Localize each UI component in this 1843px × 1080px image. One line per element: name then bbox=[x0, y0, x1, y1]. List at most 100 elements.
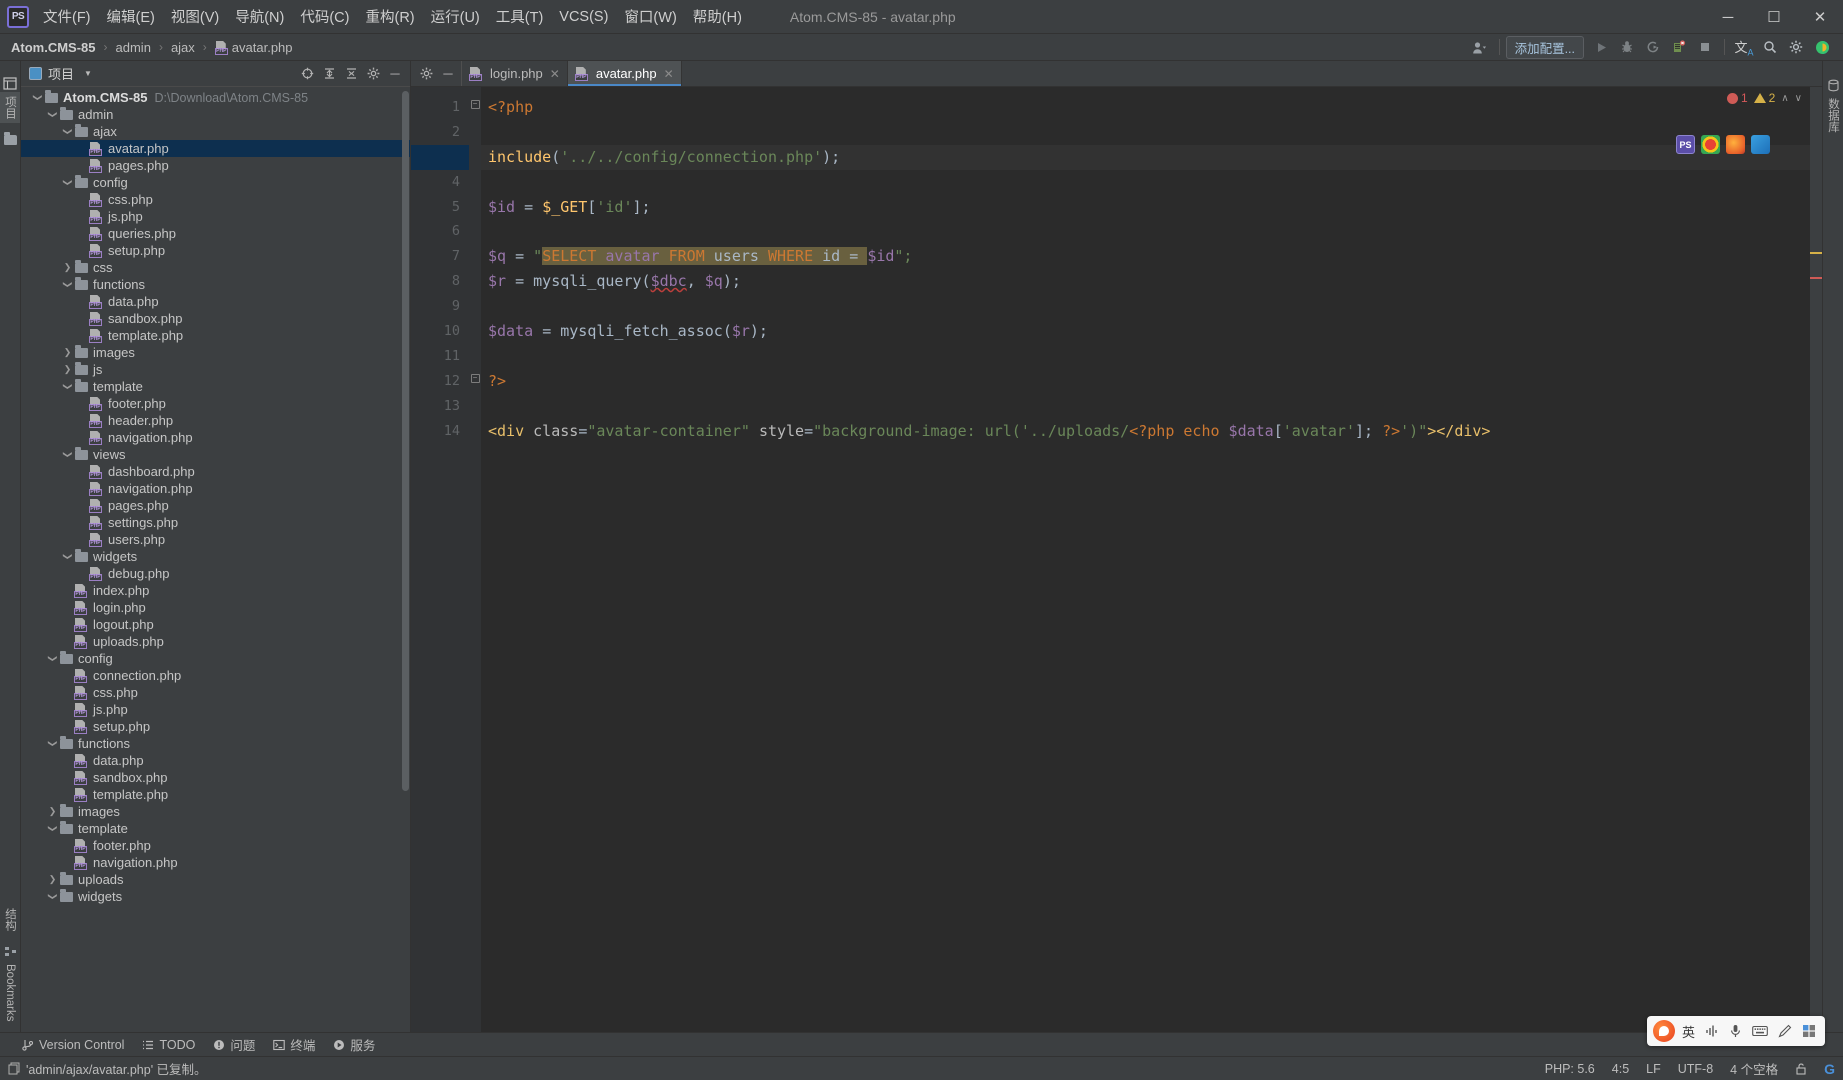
folder-strip-icon[interactable] bbox=[2, 131, 19, 148]
chevron-down-icon[interactable]: ❯ bbox=[47, 822, 58, 835]
fold-marker-open[interactable]: − bbox=[470, 99, 480, 109]
chevron-down-icon[interactable]: ❯ bbox=[62, 278, 73, 291]
code-text-area[interactable]: <?php include('../../config/connection.p… bbox=[481, 87, 1810, 1032]
menu-window[interactable]: 窗口(W) bbox=[616, 3, 684, 30]
line-number[interactable]: 13 bbox=[411, 394, 469, 419]
caret-position[interactable]: 4:5 bbox=[1612, 1062, 1629, 1076]
tree-row[interactable]: ❯ views bbox=[21, 446, 410, 463]
tree-row[interactable]: PHP data.php bbox=[21, 293, 410, 310]
code-line[interactable]: $id = $_GET['id']; bbox=[481, 195, 1810, 220]
chevron-right-icon[interactable]: ❯ bbox=[61, 347, 74, 358]
project-panel-icon[interactable] bbox=[2, 75, 19, 92]
sogou-ime-logo-icon[interactable] bbox=[1652, 1020, 1675, 1042]
line-separator[interactable]: LF bbox=[1646, 1062, 1661, 1076]
hide-panel-icon[interactable]: ─ bbox=[437, 63, 459, 85]
indent-setting[interactable]: 4 个空格 bbox=[1730, 1059, 1778, 1078]
error-marker[interactable] bbox=[1810, 277, 1822, 279]
code-line[interactable] bbox=[481, 120, 1810, 145]
tree-row[interactable]: ❯ widgets bbox=[21, 888, 410, 905]
chevron-down-icon[interactable]: ❯ bbox=[47, 108, 58, 121]
chevron-down-icon[interactable]: ❯ bbox=[62, 176, 73, 189]
tool-services[interactable]: 服务 bbox=[333, 1035, 375, 1054]
tree-row[interactable]: PHP setup.php bbox=[21, 718, 410, 735]
tree-row[interactable]: PHP login.php bbox=[21, 599, 410, 616]
chevron-down-icon[interactable]: ❯ bbox=[62, 125, 73, 138]
tool-version-control[interactable]: Version Control bbox=[22, 1038, 124, 1052]
tree-row[interactable]: PHP queries.php bbox=[21, 225, 410, 242]
line-number[interactable]: 2 bbox=[411, 120, 469, 145]
tree-scrollbar[interactable] bbox=[402, 91, 409, 791]
line-number[interactable]: 5 bbox=[411, 195, 469, 220]
breadcrumb-item-project[interactable]: Atom.CMS-85 bbox=[9, 40, 98, 55]
hide-panel-icon[interactable]: ─ bbox=[384, 63, 406, 85]
left-tab-project[interactable]: 项目 bbox=[0, 92, 20, 123]
menu-file[interactable]: 文件(F) bbox=[35, 3, 99, 30]
chevron-down-icon[interactable]: ▼ bbox=[84, 69, 92, 78]
tree-row[interactable]: PHP connection.php bbox=[21, 667, 410, 684]
tree-row[interactable]: PHP css.php bbox=[21, 684, 410, 701]
translate-icon[interactable]: 文A bbox=[1732, 36, 1756, 58]
expand-all-icon[interactable] bbox=[318, 63, 340, 85]
chevron-down-icon[interactable]: ❯ bbox=[47, 737, 58, 750]
profile-icon[interactable] bbox=[1667, 36, 1691, 58]
line-number[interactable]: 7 bbox=[411, 244, 469, 269]
code-line[interactable]: include('../../config/connection.php'); bbox=[481, 144, 1810, 170]
tree-row[interactable]: PHP template.php bbox=[21, 327, 410, 344]
tool-problems[interactable]: 问题 bbox=[213, 1035, 255, 1054]
menu-run[interactable]: 运行(U) bbox=[423, 3, 488, 30]
menu-refactor[interactable]: 重构(R) bbox=[357, 3, 422, 30]
previous-problem-icon[interactable]: ∧ bbox=[1781, 93, 1788, 104]
chevron-down-icon[interactable]: ❯ bbox=[62, 550, 73, 563]
chevron-right-icon[interactable]: ❯ bbox=[61, 262, 74, 273]
structure-icon[interactable] bbox=[2, 943, 19, 960]
right-tab-database[interactable]: 数据库 bbox=[1823, 94, 1843, 137]
warning-marker[interactable] bbox=[1810, 252, 1822, 254]
left-tab-bookmarks[interactable]: Bookmarks bbox=[2, 960, 18, 1026]
tree-row[interactable]: PHP avatar.php bbox=[21, 140, 410, 157]
tree-row[interactable]: PHP settings.php bbox=[21, 514, 410, 531]
minimize-button[interactable]: ─ bbox=[1705, 0, 1751, 34]
code-line[interactable] bbox=[481, 170, 1810, 195]
menu-code[interactable]: 代码(C) bbox=[292, 3, 357, 30]
browser-icon[interactable] bbox=[1810, 36, 1834, 58]
chevron-right-icon[interactable]: ❯ bbox=[46, 874, 59, 885]
chevron-down-icon[interactable]: ❯ bbox=[47, 890, 58, 903]
run-icon[interactable] bbox=[1589, 36, 1613, 58]
line-number[interactable]: 9 bbox=[411, 294, 469, 319]
database-icon[interactable] bbox=[1825, 77, 1842, 94]
warning-count-badge[interactable]: 2 bbox=[1753, 91, 1775, 105]
tree-row[interactable]: PHP js.php bbox=[21, 701, 410, 718]
tree-row[interactable]: ❯ admin bbox=[21, 106, 410, 123]
tree-row[interactable]: PHP navigation.php bbox=[21, 854, 410, 871]
breadcrumb-item-ajax[interactable]: ajax bbox=[169, 40, 197, 55]
code-line[interactable]: $q = "SELECT avatar FROM users WHERE id … bbox=[481, 244, 1810, 269]
tree-row[interactable]: ❯ images bbox=[21, 344, 410, 361]
breadcrumb-item-admin[interactable]: admin bbox=[114, 40, 153, 55]
ime-voice-icon[interactable] bbox=[1702, 1024, 1722, 1038]
run-with-coverage-icon[interactable] bbox=[1641, 36, 1665, 58]
file-encoding[interactable]: UTF-8 bbox=[1678, 1062, 1713, 1076]
code-line[interactable]: $data = mysqli_fetch_assoc($r); bbox=[481, 319, 1810, 344]
tree-row[interactable]: ❯ functions bbox=[21, 735, 410, 752]
ime-mode-button[interactable]: 英 bbox=[1679, 1022, 1698, 1041]
code-line[interactable] bbox=[481, 394, 1810, 419]
tree-row[interactable]: PHP header.php bbox=[21, 412, 410, 429]
line-number[interactable]: 10 bbox=[411, 319, 469, 344]
tree-row[interactable]: PHP footer.php bbox=[21, 395, 410, 412]
tree-row[interactable]: PHP setup.php bbox=[21, 242, 410, 259]
code-line[interactable] bbox=[481, 294, 1810, 319]
tree-row[interactable]: ❯ widgets bbox=[21, 548, 410, 565]
chevron-down-icon[interactable]: ❯ bbox=[32, 91, 43, 104]
ime-toolbox-icon[interactable] bbox=[1799, 1024, 1819, 1038]
tree-row[interactable]: ❯ css bbox=[21, 259, 410, 276]
tree-row[interactable]: PHP index.php bbox=[21, 582, 410, 599]
tree-row[interactable]: ❯ config bbox=[21, 650, 410, 667]
chevron-down-icon[interactable]: ❯ bbox=[47, 652, 58, 665]
git-branch-icon[interactable]: G bbox=[1824, 1061, 1835, 1077]
tree-row[interactable]: PHP pages.php bbox=[21, 157, 410, 174]
error-count-badge[interactable]: 1 bbox=[1726, 91, 1748, 105]
close-icon[interactable]: ✕ bbox=[664, 67, 674, 81]
code-line[interactable]: ?> bbox=[481, 369, 1810, 394]
tree-row[interactable]: ❯ config bbox=[21, 174, 410, 191]
chrome-badge[interactable] bbox=[1701, 135, 1720, 154]
